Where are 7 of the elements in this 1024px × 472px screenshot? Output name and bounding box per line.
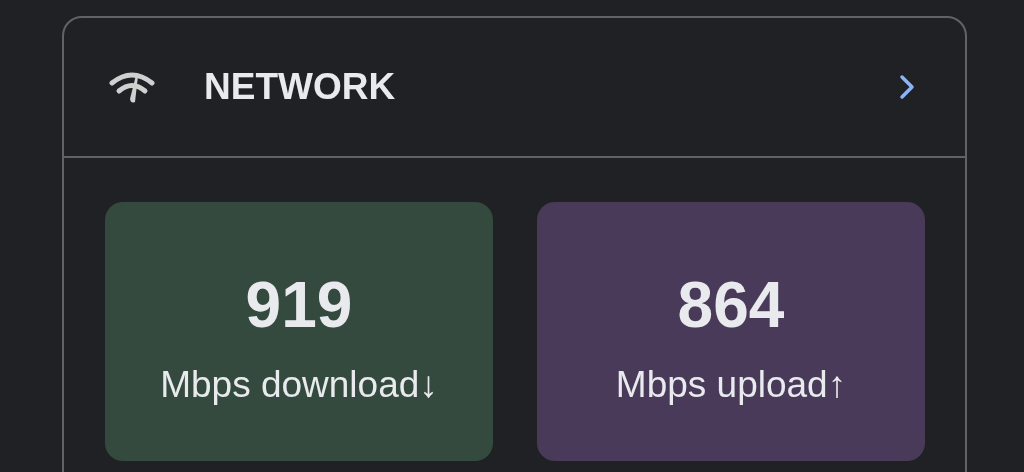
speed-value: 919: [245, 267, 353, 342]
speed-label: Mbps upload↑: [615, 363, 847, 406]
speed-value: 864: [677, 267, 785, 342]
speed-label: Mbps download↓: [160, 363, 438, 406]
card-title: NETWORK: [204, 66, 397, 108]
wifi-icon: [108, 69, 156, 105]
chevron-right-icon[interactable]: [899, 74, 915, 100]
